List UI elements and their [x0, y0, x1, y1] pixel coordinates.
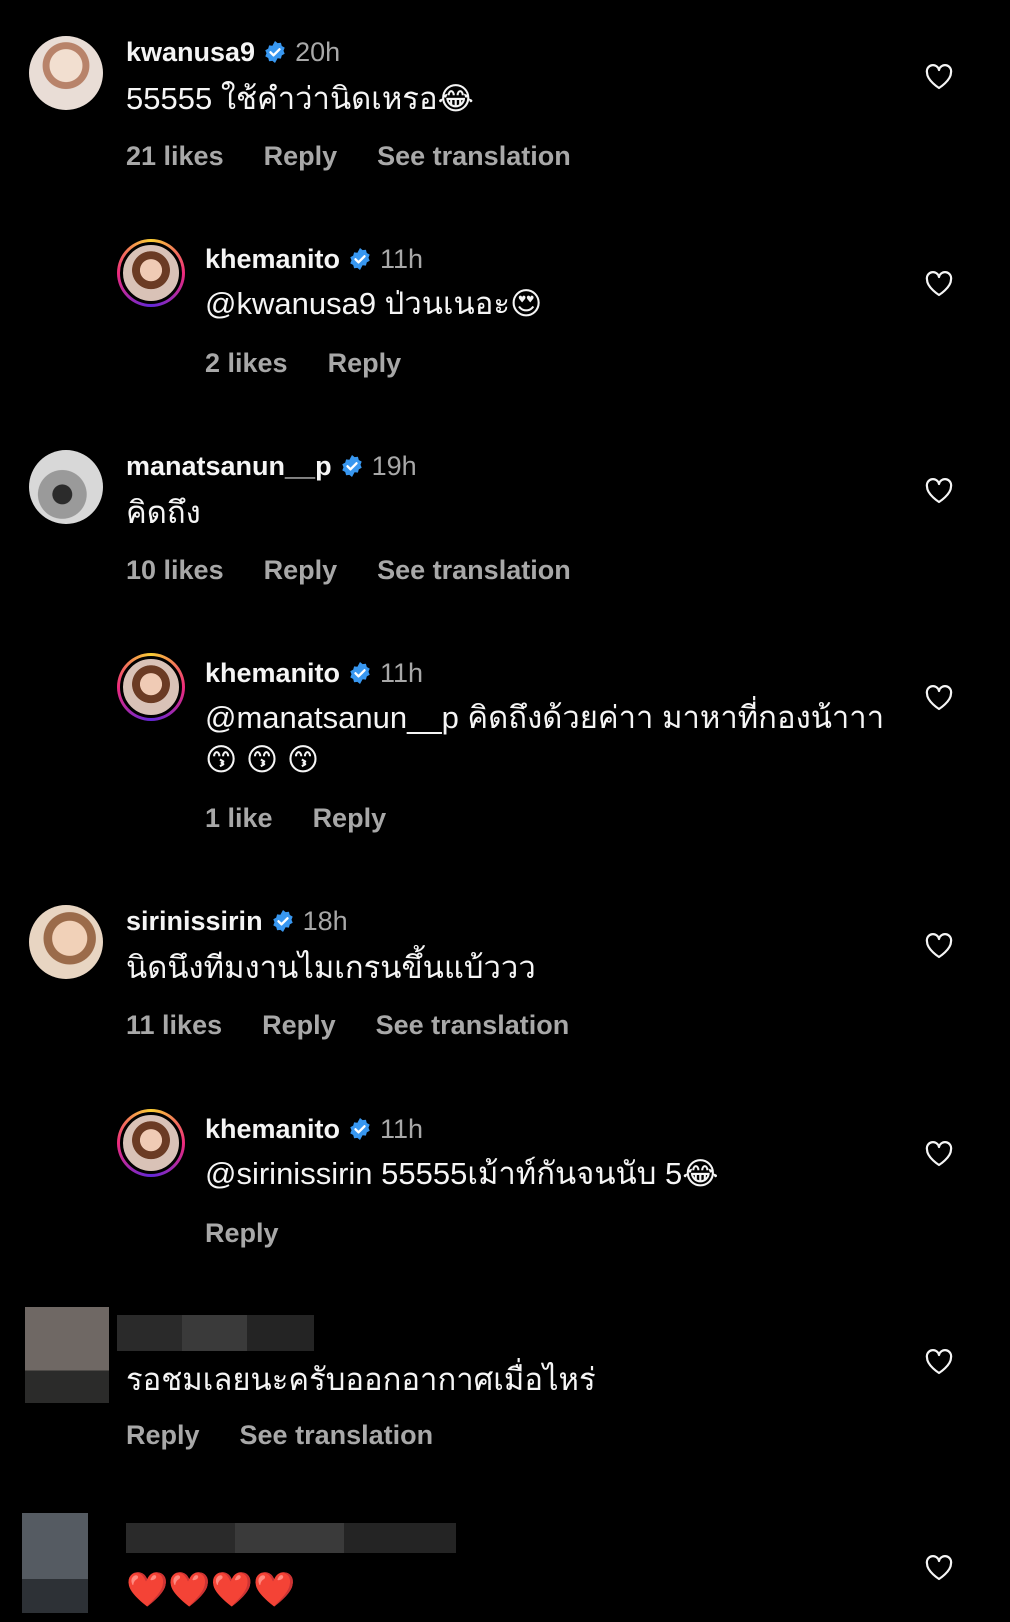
heart-outline-icon[interactable]	[925, 933, 953, 959]
see-translation-button[interactable]: See translation	[240, 1420, 434, 1451]
comment-actions: Reply	[205, 1218, 319, 1249]
verified-badge-icon	[341, 455, 362, 477]
username[interactable]: kwanusa9	[126, 36, 255, 68]
comment-item: รอชมเลยนะครับออกอากาศเมื่อไหร่ Reply See…	[0, 1307, 1010, 1450]
avatar[interactable]	[29, 36, 103, 110]
reply-item: khemanito 11h @kwanusa9 ป่วนเนอะ😍 2 like…	[0, 239, 1010, 383]
username[interactable]: sirinissirin	[126, 905, 263, 937]
comment-text: @sirinissirin 55555เม้าท์กันจนนับ 5😂	[205, 1153, 719, 1195]
comment-item: sirinissirin 18h นิดนึงทีมงานไมเกรนขึ้นแ…	[0, 905, 1010, 1045]
comment-header: kwanusa9 20h	[126, 36, 340, 68]
comment-text: @kwanusa9 ป่วนเนอะ😍	[205, 283, 542, 325]
emoji: 😂	[682, 1156, 719, 1191]
comment-actions: Reply See translation	[126, 1420, 473, 1451]
emoji: 😍	[510, 286, 543, 321]
avatar[interactable]	[25, 1307, 109, 1403]
reply-item: khemanito 11h @manatsanun__p คิดถึงด้วยค…	[0, 653, 1010, 837]
verified-badge-icon	[350, 248, 370, 270]
emoji: 😙 😙 😙	[205, 742, 320, 777]
heart-outline-icon[interactable]	[925, 271, 953, 297]
verified-badge-icon	[265, 41, 285, 63]
heart-outline-icon[interactable]	[925, 64, 953, 90]
likes-count[interactable]: 1 like	[205, 803, 273, 834]
see-translation-button[interactable]: See translation	[376, 1010, 570, 1041]
see-translation-button[interactable]: See translation	[377, 141, 571, 172]
reply-button[interactable]: Reply	[264, 555, 338, 586]
comment-time: 18h	[302, 906, 348, 936]
comment-actions: 21 likes Reply See translation	[126, 141, 611, 172]
comment-text: นิดนึงทีมงานไมเกรนขึ้นแบ้ววว	[126, 950, 536, 985]
username[interactable]: manatsanun__p	[126, 450, 332, 482]
avatar[interactable]	[117, 1109, 185, 1177]
avatar[interactable]	[29, 905, 103, 979]
verified-badge-icon	[272, 910, 293, 932]
reply-button[interactable]: Reply	[205, 1218, 279, 1249]
comment-body: @kwanusa9 ป่วนเนอะ	[205, 286, 511, 321]
comment-item: kwanusa9 20h 55555 ใช้คำว่านิดเหรอ😂 21 l…	[0, 36, 1010, 176]
comment-body: @manatsanun__p คิดถึงด้วยค่าา มาหาที่กอง…	[205, 700, 885, 735]
comment-header: khemanito 11h	[205, 657, 423, 689]
reply-button[interactable]: Reply	[262, 1010, 336, 1041]
heart-outline-icon[interactable]	[925, 1555, 953, 1581]
comments-feed: kwanusa9 20h 55555 ใช้คำว่านิดเหรอ😂 21 l…	[0, 0, 1010, 1622]
comment-text: รอชมเลยนะครับออกอากาศเมื่อไหร่	[126, 1362, 596, 1397]
comment-text: คิดถึง	[126, 495, 201, 530]
reply-button[interactable]: Reply	[264, 141, 338, 172]
reply-item: khemanito 11h @sirinissirin 55555เม้าท์ก…	[0, 1109, 1010, 1253]
verified-badge-icon	[350, 662, 370, 684]
comment-body: @sirinissirin 55555เม้าท์กันจนนับ 5	[205, 1156, 683, 1191]
likes-count[interactable]: 2 likes	[205, 348, 288, 379]
avatar[interactable]	[117, 653, 185, 721]
comment-item: ❤️❤️❤️❤️	[0, 1513, 1010, 1622]
username[interactable]: khemanito	[205, 657, 340, 689]
heart-outline-icon[interactable]	[925, 1141, 953, 1167]
comment-header: khemanito 11h	[205, 1113, 423, 1145]
comment-text: 55555 ใช้คำว่านิดเหรอ😂	[126, 78, 474, 120]
comment-body: 55555 ใช้คำว่านิดเหรอ	[126, 81, 438, 116]
comment-actions: 11 likes Reply See translation	[126, 1010, 609, 1041]
heart-outline-icon[interactable]	[925, 478, 953, 504]
verified-badge-icon	[350, 1118, 370, 1140]
comment-time: 19h	[371, 451, 417, 481]
comment-text: ❤️❤️❤️❤️	[126, 1571, 296, 1609]
comment-time: 11h	[380, 244, 424, 274]
comment-time: 11h	[380, 1114, 424, 1144]
avatar[interactable]	[29, 450, 103, 524]
emoji: 😂	[437, 81, 474, 116]
username[interactable]	[117, 1315, 314, 1351]
comment-item: manatsanun__p 19h คิดถึง 10 likes Reply …	[0, 450, 1010, 590]
avatar[interactable]	[117, 239, 185, 307]
comment-header: manatsanun__p 19h	[126, 450, 417, 482]
reply-button[interactable]: Reply	[328, 348, 402, 379]
comment-actions: 10 likes Reply See translation	[126, 555, 611, 586]
comment-header: khemanito 11h	[205, 243, 423, 275]
comment-time: 20h	[295, 37, 341, 67]
heart-outline-icon[interactable]	[925, 685, 953, 711]
heart-outline-icon[interactable]	[925, 1349, 953, 1375]
likes-count[interactable]: 11 likes	[126, 1010, 222, 1041]
reply-button[interactable]: Reply	[126, 1420, 200, 1451]
likes-count[interactable]: 21 likes	[126, 141, 224, 172]
username[interactable]	[126, 1523, 456, 1553]
avatar[interactable]	[22, 1513, 88, 1613]
username[interactable]: khemanito	[205, 243, 340, 275]
comment-actions: 1 like Reply	[205, 803, 426, 834]
likes-count[interactable]: 10 likes	[126, 555, 224, 586]
reply-button[interactable]: Reply	[313, 803, 387, 834]
comment-time: 11h	[380, 658, 424, 688]
comment-text: @manatsanun__p คิดถึงด้วยค่าา มาหาที่กอง…	[205, 697, 885, 781]
comment-actions: 2 likes Reply	[205, 348, 441, 379]
see-translation-button[interactable]: See translation	[377, 555, 571, 586]
comment-header: sirinissirin 18h	[126, 905, 348, 937]
username[interactable]: khemanito	[205, 1113, 340, 1145]
